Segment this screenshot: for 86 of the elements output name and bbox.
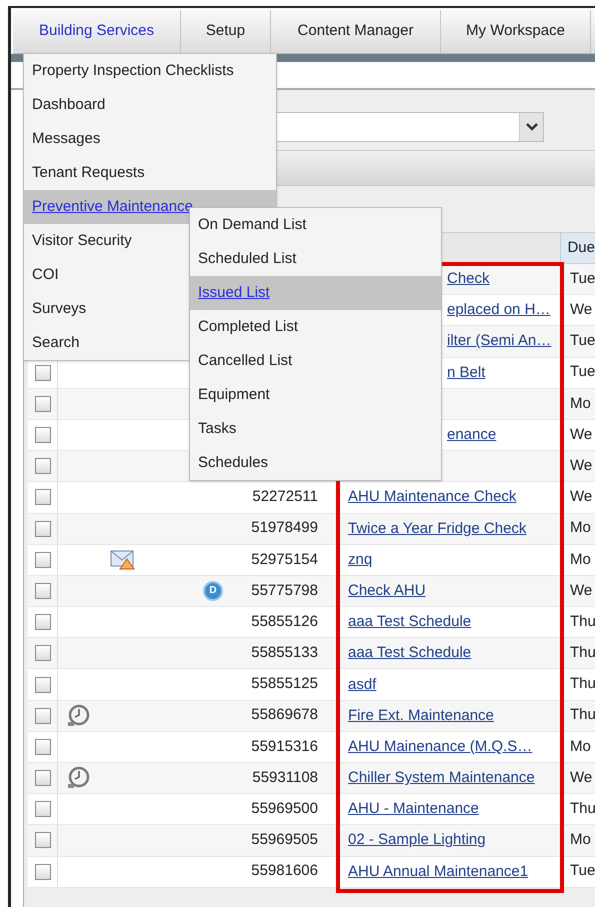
menu-item[interactable]: Equipment	[190, 378, 441, 412]
table-cell-text: Tue	[569, 268, 595, 289]
row-checkbox[interactable]	[34, 832, 50, 848]
table-cell-text: Thu	[569, 705, 595, 726]
table-cell-text: Thu	[569, 799, 595, 820]
schedule-link[interactable]: Twice a Year Fridge Check	[348, 520, 526, 537]
row-checkbox[interactable]	[34, 708, 50, 724]
clock-icon	[66, 766, 90, 790]
table-cell-text: 55969500	[250, 799, 318, 820]
row-checkbox[interactable]	[34, 396, 50, 412]
table-cell-text: Thu	[569, 674, 595, 694]
menu-item[interactable]: Completed List	[190, 310, 441, 344]
row-checkbox[interactable]	[34, 614, 50, 630]
table-cell-text: 55931108	[251, 768, 318, 788]
table-cell-text: 55981606	[250, 861, 318, 882]
schedule-link[interactable]: ilter (Semi An…	[447, 332, 552, 350]
row-checkbox[interactable]	[34, 864, 50, 880]
table-cell-text: 55855133	[250, 643, 318, 664]
row-checkbox[interactable]	[34, 364, 50, 381]
table-cell-text: 52272511	[251, 487, 318, 508]
table-cell-text: 52975154	[250, 550, 318, 570]
table-cell-text: We	[569, 456, 592, 476]
table-cell-text: Mo	[569, 830, 591, 850]
row-checkbox[interactable]	[34, 645, 50, 662]
envelope-warning-icon	[110, 550, 136, 570]
row-checkbox[interactable]	[34, 676, 50, 693]
table-cell-text: Mo	[569, 518, 591, 538]
table-cell-text: Tue	[569, 861, 595, 882]
row-checkbox[interactable]	[34, 582, 50, 599]
table-cell-text: Mo	[569, 550, 591, 570]
schedule-link[interactable]: eplaced on H…	[447, 301, 550, 318]
table-cell-text: We	[569, 580, 592, 601]
menu-item[interactable]: Schedules	[190, 446, 441, 480]
schedule-link[interactable]: Fire Ext. Maintenance	[348, 706, 494, 724]
status-badge: D	[203, 580, 223, 601]
menu-item[interactable]: Issued List	[190, 276, 441, 310]
menu-item[interactable]: Scheduled List	[190, 242, 441, 276]
table-cell-text: 51978499	[250, 518, 318, 538]
table-cell-text: 55775798	[250, 580, 318, 601]
schedule-link[interactable]: aaa Test Schedule	[348, 613, 472, 630]
table-cell-text: We	[569, 768, 592, 788]
nav-tab[interactable]: My Workspace	[441, 10, 591, 53]
table-cell-text: Mo	[569, 736, 591, 757]
chevron-down-icon[interactable]	[519, 113, 543, 141]
table-cell-text: 55915316	[250, 736, 318, 757]
schedule-link[interactable]: enance	[447, 426, 496, 444]
menu-item[interactable]: Cancelled List	[190, 344, 441, 378]
table-cell-text: 55869678	[250, 705, 318, 726]
schedule-link[interactable]: Chiller System Maintenance	[348, 769, 535, 786]
table-cell-text: We	[569, 424, 592, 445]
table-cell-text: We	[569, 300, 592, 320]
schedule-link[interactable]: AHU Mainenance (M.Q.S…	[348, 738, 532, 755]
row-checkbox[interactable]	[34, 552, 50, 568]
menu-item[interactable]: Dashboard	[24, 88, 276, 122]
schedule-link[interactable]: AHU Maintenance Check	[348, 488, 516, 506]
table-cell-text: Thu	[569, 612, 595, 632]
schedule-link[interactable]: Check AHU	[348, 582, 426, 599]
schedule-link[interactable]: Check	[447, 270, 490, 288]
table-cell-text: Thu	[569, 643, 595, 664]
column-header[interactable]: Due	[560, 233, 595, 263]
menu-item[interactable]: Tenant Requests	[24, 156, 276, 190]
row-checkbox[interactable]	[34, 738, 50, 755]
schedule-link[interactable]: aaa Test Schedule	[348, 644, 472, 662]
table-cell-text: Mo	[569, 394, 591, 414]
table-cell-text: Tue	[569, 331, 595, 352]
row-checkbox[interactable]	[34, 770, 50, 786]
row-checkbox[interactable]	[34, 458, 50, 474]
table-cell-text: 55855125	[250, 674, 318, 694]
schedule-link[interactable]: AHU Annual Maintenance1	[348, 862, 528, 880]
menu-item[interactable]: Property Inspection Checklists	[24, 54, 276, 88]
menu-item[interactable]: Tasks	[190, 412, 441, 446]
table-cell-text: 55969505	[250, 830, 318, 850]
schedule-link[interactable]: 02 - Sample Lighting	[348, 831, 486, 848]
schedule-link[interactable]: asdf	[348, 676, 376, 693]
row-checkbox[interactable]	[34, 489, 50, 506]
table-cell-text: Tue	[569, 362, 595, 382]
clock-icon	[66, 704, 90, 728]
menu-item[interactable]: Messages	[24, 122, 276, 156]
schedule-link[interactable]: n Belt	[447, 364, 486, 381]
table-cell-text: We	[569, 487, 592, 508]
row-checkbox[interactable]	[34, 520, 50, 537]
schedule-link[interactable]: znq	[348, 550, 372, 568]
schedule-link[interactable]: AHU - Maintenance	[348, 800, 479, 818]
row-checkbox[interactable]	[34, 801, 50, 818]
row-checkbox[interactable]	[34, 427, 50, 444]
table-cell-text: 55855126	[250, 612, 318, 632]
